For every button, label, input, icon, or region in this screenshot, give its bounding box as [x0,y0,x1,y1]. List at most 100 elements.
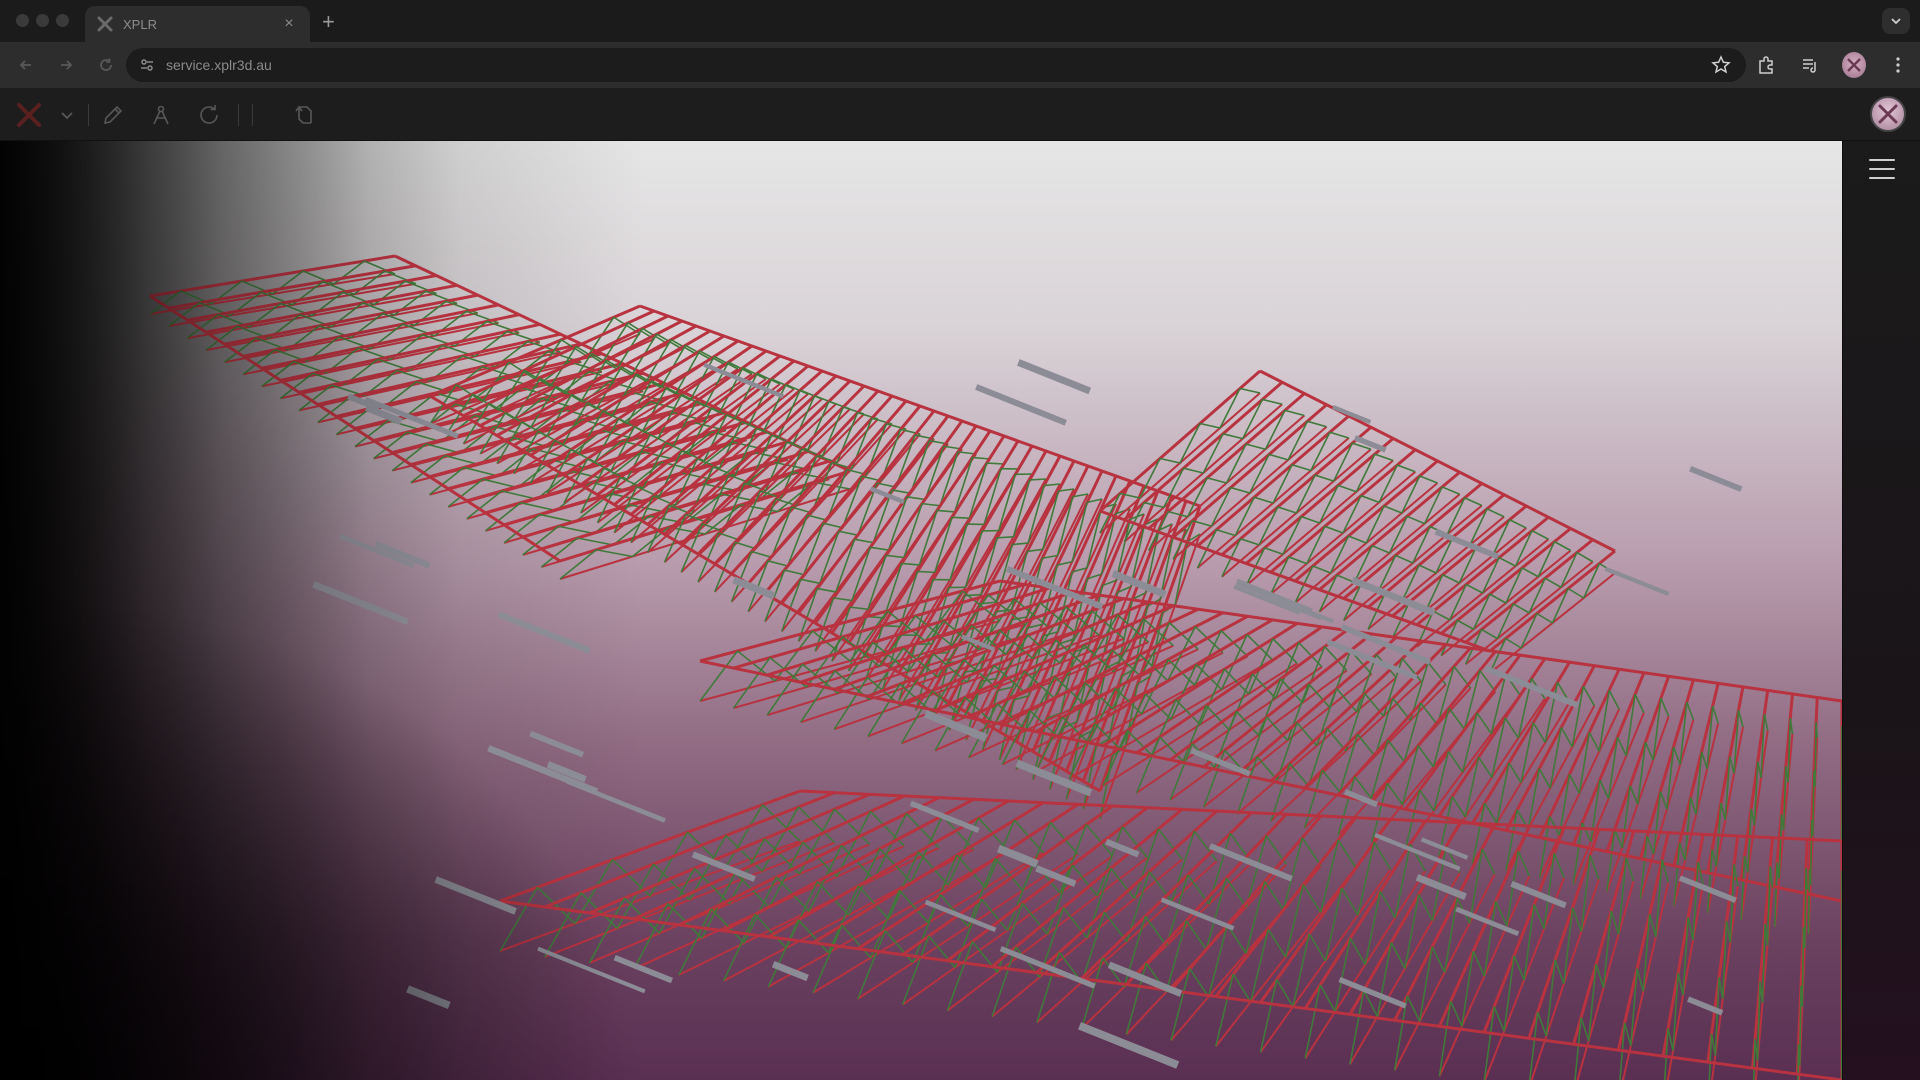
truss-web [1688,918,1693,940]
kebab-menu-icon [1895,55,1901,75]
truss-web [1532,531,1548,540]
tab-close-icon[interactable]: × [280,15,298,33]
address-bar[interactable]: service.xplr3d.au [126,48,1746,82]
truss-web [1581,1018,1589,1041]
truss-web [1645,742,1653,760]
site-info-icon[interactable] [138,56,156,74]
right-side-panel [1842,141,1920,1080]
reload-button[interactable] [92,51,120,79]
reload-icon [98,57,114,73]
window-maximize-dot[interactable] [56,14,69,27]
app-logo-button[interactable] [14,100,44,130]
truss-web [1713,706,1719,723]
truss-web [1808,869,1809,934]
truss-web [1380,891,1395,918]
forward-arrow-icon [58,57,74,73]
truss-web [1505,718,1518,738]
xplr-logo-icon [1875,101,1901,127]
forward-button[interactable] [52,51,80,79]
truss-web [1168,512,1187,517]
reset-view-button[interactable] [194,100,224,130]
truss-web [1596,964,1604,987]
truss-web [1420,790,1434,811]
service-duct [530,734,583,755]
truss-web [1432,947,1445,973]
truss-web [725,805,763,869]
rotate-icon [197,103,221,127]
window-close-dot[interactable] [16,14,29,27]
hamburger-icon[interactable] [1869,159,1895,181]
user-avatar[interactable] [1870,96,1906,132]
truss-top-chord [500,791,800,901]
truss-web [957,855,986,887]
truss-web [1348,536,1366,543]
truss-web [1496,901,1507,926]
truss-web [1277,980,1293,1007]
truss-web [1265,548,1283,554]
truss-web [1396,555,1413,563]
truss-web [1739,710,1743,727]
truss-web [1538,1012,1547,1036]
truss-web [1577,553,1593,562]
truss-web [545,893,581,957]
extensions-button[interactable] [1754,53,1778,77]
truss-web [1534,904,1544,928]
browser-menu-button[interactable] [1886,53,1910,77]
back-arrow-icon [18,57,34,73]
truss-web [929,936,955,967]
app-menu-dropdown[interactable] [52,100,82,130]
truss-web [823,523,842,528]
url-text[interactable]: service.xplr3d.au [166,57,1710,73]
star-icon[interactable] [1710,54,1732,76]
truss-web [1448,751,1462,772]
truss-web [483,479,518,487]
media-controls-button[interactable] [1798,53,1822,77]
truss-web [1678,973,1683,995]
profile-button[interactable] [1842,53,1866,77]
truss-web [870,547,888,550]
truss-web [1186,921,1206,950]
truss-web [1537,614,1553,624]
truss-web [724,914,755,980]
truss-web [1457,620,1473,629]
truss-web [756,499,776,549]
truss-web [1301,517,1319,523]
3d-model-viewport[interactable] [0,141,1842,1080]
truss-web [1510,520,1527,528]
truss-web [1509,763,1521,783]
truss-web [1330,432,1349,438]
truss-web [1554,542,1570,551]
truss-web [1269,454,1288,459]
truss-web [801,579,820,583]
app-root: XPLR × + service.xplr3d.au [0,0,1920,1080]
truss-web [540,514,575,522]
truss-web [1278,507,1297,513]
truss-web [1487,509,1504,517]
truss-web [820,531,839,583]
truss-web [1625,1023,1631,1046]
measure-tool-button[interactable] [146,100,176,130]
tab-search-button[interactable] [1882,8,1910,34]
truss-web [1315,475,1334,481]
window-minimize-dot[interactable] [36,14,49,27]
browser-tab-xplr[interactable]: XPLR × [85,6,310,42]
truss-web [1262,399,1282,404]
building-structure-model[interactable] [0,141,1842,1080]
truss-web [1490,594,1506,603]
truss-web [1307,421,1326,426]
truss-web [1372,546,1390,553]
truss-web [1290,764,1309,787]
orbit-tool-button[interactable] [290,100,320,130]
markup-tool-button[interactable] [98,100,128,130]
truss-web [1207,478,1226,483]
truss-web [1811,820,1812,885]
new-tab-button[interactable]: + [322,9,335,35]
truss-web [1233,974,1251,1002]
back-button[interactable] [12,51,40,79]
truss-web [892,490,911,493]
truss-web [1485,803,1497,823]
truss-web [1292,465,1311,471]
truss-web [763,805,801,841]
truss-web [784,570,803,575]
truss-web [1452,797,1465,817]
